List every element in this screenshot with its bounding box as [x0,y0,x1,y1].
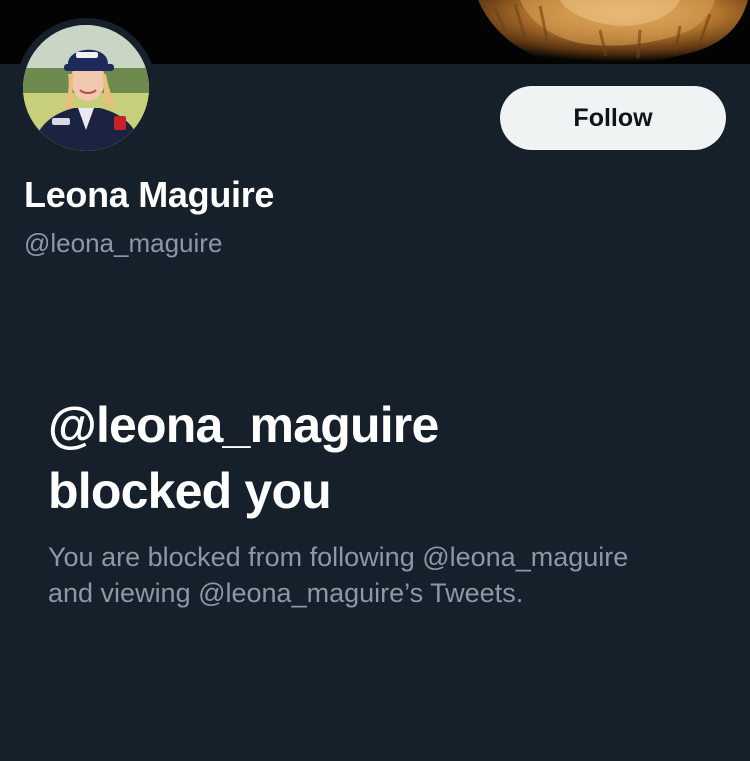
blocked-title-handle: @leona_maguire [48,397,439,453]
username-handle: @leona_maguire [24,228,223,258]
avatar[interactable] [16,18,156,158]
profile-photo-icon [16,18,156,158]
follow-button[interactable]: Follow [500,86,726,150]
blocked-title-text: blocked you [48,463,332,519]
blocked-description-line1: You are blocked from following @leona_ma… [48,542,629,572]
profile-screen: Follow Leona Maguire @leona_maguire @leo… [0,0,750,761]
display-name: Leona Maguire [24,174,275,215]
blocked-title: @leona_maguire blocked you [48,392,439,524]
blocked-description: You are blocked from following @leona_ma… [48,539,728,611]
blocked-description-line2: and viewing @leona_maguire’s Tweets. [48,578,524,608]
